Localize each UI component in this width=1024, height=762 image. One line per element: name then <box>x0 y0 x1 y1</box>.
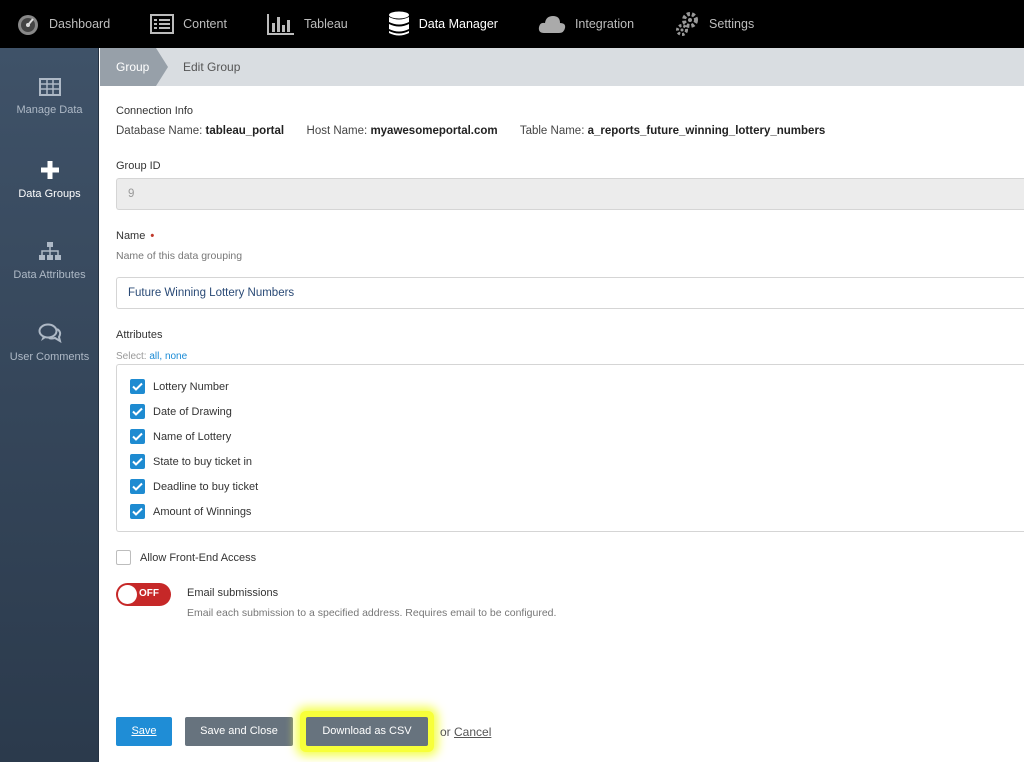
sidebar-item-manage-data[interactable]: Manage Data <box>0 78 99 116</box>
front-end-access-label: Allow Front-End Access <box>140 551 257 564</box>
table-icon <box>38 78 61 96</box>
attribute-item[interactable]: Lottery Number <box>130 379 229 394</box>
attribute-label: State to buy ticket in <box>153 455 253 468</box>
breadcrumb-arrow <box>156 48 168 86</box>
required-marker: • <box>150 230 155 242</box>
database-name-value: tableau_portal <box>205 125 285 137</box>
nav-content[interactable]: Content <box>134 0 227 48</box>
nav-settings-label: Settings <box>709 17 755 31</box>
checkbox-checked-icon[interactable] <box>130 454 145 469</box>
or-text: or <box>440 725 451 739</box>
checkbox-checked-icon[interactable] <box>130 429 145 444</box>
host-name-label: Host Name: <box>306 125 368 137</box>
checkbox-checked-icon[interactable] <box>130 504 145 519</box>
attribute-item[interactable]: Deadline to buy ticket <box>130 479 258 494</box>
front-end-access-row[interactable]: Allow Front-End Access <box>116 550 256 565</box>
nav-data-manager-label: Data Manager <box>418 17 498 31</box>
select-all-link[interactable]: all, <box>149 351 162 362</box>
table-name-value: a_reports_future_winning_lottery_numbers <box>587 125 826 137</box>
top-navigation: Dashboard Content Tableau Data Manager I… <box>0 0 1024 48</box>
attribute-label: Lottery Number <box>153 380 229 393</box>
name-label: Name • <box>116 230 154 242</box>
host-name-value: myawesomeportal.com <box>370 125 498 137</box>
breadcrumb-current: Edit Group <box>183 60 241 74</box>
select-none-link[interactable]: none <box>165 351 187 362</box>
attribute-item[interactable]: State to buy ticket in <box>130 454 252 469</box>
nav-integration-label: Integration <box>574 17 635 31</box>
cloud-icon <box>538 16 566 33</box>
nav-content-label: Content <box>183 17 227 31</box>
table-name-label: Table Name: <box>519 125 585 137</box>
group-id-label: Group ID <box>116 160 161 172</box>
sidebar-item-data-attributes[interactable]: Data Attributes <box>0 241 99 281</box>
checkbox-checked-icon[interactable] <box>130 404 145 419</box>
attributes-label: Attributes <box>116 329 163 341</box>
cancel-link[interactable]: Cancel <box>454 725 491 739</box>
sidebar-item-label: User Comments <box>9 351 90 363</box>
attribute-item[interactable]: Date of Drawing <box>130 404 232 419</box>
nav-settings[interactable]: Settings <box>658 0 754 48</box>
nav-data-manager[interactable]: Data Manager <box>372 0 498 48</box>
name-label-text: Name <box>116 230 146 242</box>
checkbox-unchecked-icon[interactable] <box>116 550 131 565</box>
connection-info-line: Database Name: tableau_portal Host Name:… <box>116 125 825 137</box>
download-csv-button[interactable]: Download as CSV <box>306 717 428 746</box>
save-button[interactable]: Save <box>116 717 172 746</box>
attributes-list[interactable]: Lottery Number Date of Drawing Name of L… <box>116 364 1024 532</box>
sidebar: Manage Data Data Groups Data Attributes … <box>0 48 99 762</box>
nav-integration[interactable]: Integration <box>522 0 634 48</box>
connection-info-heading: Connection Info <box>116 105 194 117</box>
sidebar-item-data-groups[interactable]: Data Groups <box>0 160 99 200</box>
email-submissions-title: Email submissions <box>187 587 279 599</box>
attributes-select-links: Select: all, none <box>116 351 187 362</box>
nav-dashboard[interactable]: Dashboard <box>0 0 110 48</box>
toggle-state-label: OFF <box>139 588 159 599</box>
database-name-label: Database Name: <box>116 125 203 137</box>
name-input[interactable]: Future Winning Lottery Numbers <box>116 277 1024 309</box>
gears-icon <box>676 12 699 36</box>
nav-tableau[interactable]: Tableau <box>251 0 348 48</box>
checkbox-checked-icon[interactable] <box>130 479 145 494</box>
email-submissions-toggle[interactable]: OFF <box>116 583 171 606</box>
nav-tableau-label: Tableau <box>303 17 348 31</box>
select-prefix: Select: <box>116 351 147 362</box>
or-cancel: or Cancel <box>440 725 491 739</box>
toggle-knob <box>118 585 137 604</box>
email-submissions-help: Email each submission to a specified add… <box>187 607 557 619</box>
name-help-text: Name of this data grouping <box>116 250 243 262</box>
breadcrumb-group[interactable]: Group <box>100 48 156 86</box>
breadcrumb: Group Edit Group <box>100 48 1024 86</box>
sidebar-item-label: Manage Data <box>16 104 83 116</box>
list-icon <box>150 14 175 34</box>
attribute-label: Amount of Winnings <box>153 505 252 518</box>
plus-icon <box>40 161 59 179</box>
database-icon <box>388 11 409 36</box>
bar-chart-icon <box>266 14 294 35</box>
checkbox-checked-icon[interactable] <box>130 379 145 394</box>
sidebar-item-label: Data Groups <box>18 188 81 200</box>
comments-icon <box>38 323 62 343</box>
attribute-item[interactable]: Amount of Winnings <box>130 504 251 519</box>
attribute-label: Deadline to buy ticket <box>153 480 259 493</box>
attribute-label: Date of Drawing <box>153 405 232 418</box>
sidebar-item-user-comments[interactable]: User Comments <box>0 323 99 363</box>
nav-dashboard-label: Dashboard <box>49 17 111 31</box>
attribute-label: Name of Lottery <box>153 430 232 443</box>
hierarchy-icon <box>38 242 61 260</box>
save-and-close-button[interactable]: Save and Close <box>185 717 293 746</box>
attribute-item[interactable]: Name of Lottery <box>130 429 231 444</box>
sidebar-item-label: Data Attributes <box>13 269 86 281</box>
group-id-field: 9 <box>116 178 1024 210</box>
speedometer-icon <box>18 15 38 35</box>
